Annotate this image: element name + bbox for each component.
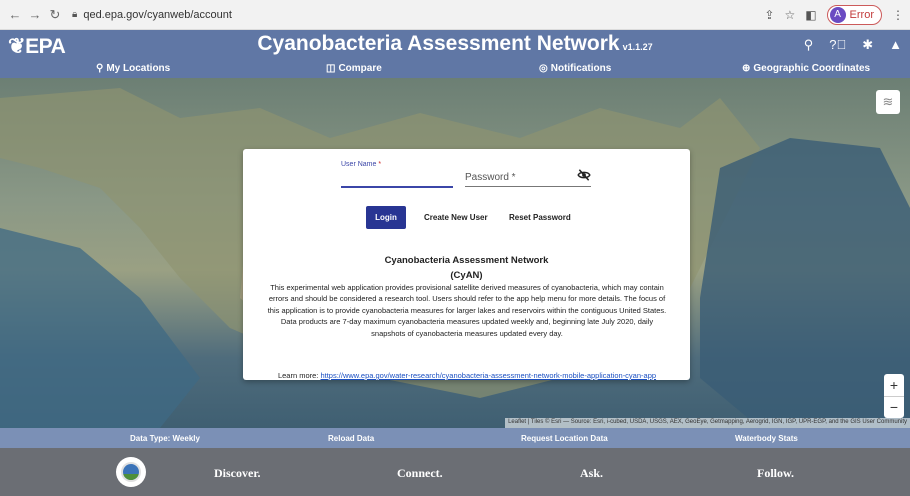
sidepanel-icon[interactable]: ◧ — [805, 8, 816, 22]
footer-ask-link[interactable]: Ask. — [580, 466, 603, 481]
reload-icon[interactable]: ↻ — [46, 6, 64, 24]
map-attribution: Leaflet | Tiles © Esri — Source: Esri, i… — [505, 418, 910, 428]
zoom-control: + − — [884, 374, 904, 418]
nav-compare[interactable]: ◫ Compare — [326, 63, 382, 74]
url-text: qed.epa.gov/cyanweb/account — [83, 8, 232, 21]
footer-discover-link[interactable]: Discover. — [214, 466, 261, 481]
app-description: This experimental web application provid… — [267, 283, 667, 338]
nav-label: Geographic Coordinates — [753, 63, 871, 74]
create-user-button[interactable]: Create New User — [424, 213, 488, 222]
nav-label: Compare — [338, 63, 382, 74]
reload-data-button[interactable]: Reload Data — [328, 434, 374, 443]
data-type-button[interactable]: Data Type: Weekly — [130, 434, 200, 443]
address-bar[interactable]: 🔒︎ qed.epa.gov/cyanweb/account — [72, 9, 232, 21]
username-label: User Name * — [341, 161, 381, 168]
crosshair-icon: ⊕ — [742, 63, 751, 74]
dialog-title: Cyanobacteria Assessment Network (CyAN) — [243, 253, 690, 283]
notification-icon: ◎ — [539, 63, 548, 74]
nav-notifications[interactable]: ◎ Notifications — [539, 63, 611, 74]
username-underline — [341, 186, 453, 188]
visibility-off-icon[interactable] — [577, 168, 591, 182]
app-title-text: Cyanobacteria Assessment Network — [257, 32, 620, 55]
search-icon[interactable]: ⚲ — [804, 37, 814, 53]
compare-icon: ◫ — [326, 63, 336, 74]
lock-icon: 🔒︎ — [72, 9, 78, 20]
zoom-in-button[interactable]: + — [884, 374, 904, 397]
nav-label: Notifications — [550, 63, 612, 74]
required-mark: * — [378, 161, 382, 168]
reset-password-button[interactable]: Reset Password — [509, 213, 571, 222]
more-menu-icon[interactable]: ⋮ — [892, 8, 904, 22]
header-icons: ⚲ ?⃝ ✱ ▲ — [804, 37, 902, 53]
help-icon[interactable]: ?⃝ — [829, 37, 846, 53]
username-input[interactable] — [341, 169, 453, 186]
profile-button[interactable]: A Error — [826, 4, 882, 25]
bookmark-star-icon[interactable]: ☆ — [784, 8, 795, 22]
location-pin-icon: ⚲ — [96, 63, 104, 74]
password-underline — [465, 186, 591, 187]
nav-my-locations[interactable]: ⚲ My Locations — [96, 63, 170, 74]
avatar: A — [829, 6, 846, 23]
nav-label: My Locations — [106, 63, 171, 74]
seal-emblem — [121, 462, 141, 482]
login-dialog: User Name * Password * Login Create New … — [243, 149, 690, 380]
share-icon[interactable]: ⇪ — [764, 8, 774, 22]
learn-more-label: Learn more: — [277, 371, 319, 380]
layers-icon[interactable]: ≋ — [876, 90, 900, 114]
back-arrow-icon[interactable]: ← — [6, 6, 24, 24]
footer: Discover. Connect. Ask. Follow. — [0, 448, 910, 496]
epa-seal-icon[interactable] — [116, 457, 146, 487]
learn-more: Learn more: https://www.epa.gov/water-re… — [257, 371, 677, 380]
username-label-text: User Name — [341, 161, 377, 168]
footer-connect-link[interactable]: Connect. — [397, 466, 443, 481]
learn-more-link[interactable]: https://www.epa.gov/water-research/cyano… — [320, 371, 656, 380]
forward-arrow-icon[interactable]: → — [26, 6, 44, 24]
browser-toolbar: ← → ↻ 🔒︎ qed.epa.gov/cyanweb/account ⇪ ☆… — [0, 0, 910, 30]
dialog-title-line1: Cyanobacteria Assessment Network — [384, 255, 549, 266]
nav-geographic-coordinates[interactable]: ⊕ Geographic Coordinates — [742, 63, 870, 74]
gear-icon[interactable]: ✱ — [862, 37, 873, 53]
version-label: v1.1.27 — [622, 42, 653, 52]
request-location-data-button[interactable]: Request Location Data — [521, 434, 608, 443]
waterbody-stats-button[interactable]: Waterbody Stats — [735, 434, 798, 443]
password-field[interactable]: Password * — [465, 172, 516, 183]
profile-status: Error — [849, 8, 874, 21]
page-title: Cyanobacteria Assessment Network v1.1.27 — [0, 32, 910, 56]
user-icon[interactable]: ▲ — [889, 37, 902, 53]
browser-actions: ⇪ ☆ ◧ A Error ⋮ — [764, 4, 904, 25]
login-button[interactable]: Login — [366, 206, 406, 229]
app-header: ❦EPA Cyanobacteria Assessment Network v1.… — [0, 30, 910, 78]
page-root: ← → ↻ 🔒︎ qed.epa.gov/cyanweb/account ⇪ ☆… — [0, 0, 910, 496]
footer-follow-link[interactable]: Follow. — [757, 466, 794, 481]
dialog-title-line2: (CyAN) — [450, 270, 483, 281]
data-toolbar: Data Type: Weekly Reload Data Request Lo… — [0, 428, 910, 448]
zoom-out-button[interactable]: − — [884, 397, 904, 419]
nav-row: ⚲ My Locations ◫ Compare ◎ Notifications… — [0, 61, 910, 77]
